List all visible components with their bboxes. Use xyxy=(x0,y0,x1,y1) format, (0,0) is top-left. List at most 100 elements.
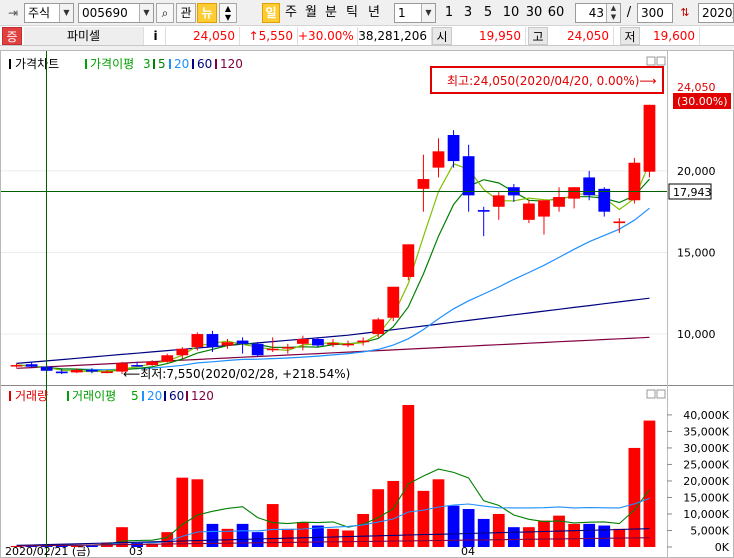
volume-ma5-legend[interactable]: 5 xyxy=(131,389,139,403)
x-axis-label-april: 04 xyxy=(461,545,475,557)
candle-body xyxy=(206,334,219,348)
date-input[interactable]: 2020/0 xyxy=(698,3,734,23)
link-arrow-icon[interactable]: ⇥ xyxy=(4,3,22,23)
price-change: ↑5,550 xyxy=(240,27,298,45)
volume-bar xyxy=(432,479,445,547)
price-ma-legend-title[interactable]: 가격이평 xyxy=(90,57,134,71)
candle-body xyxy=(598,188,611,212)
volume-bar xyxy=(598,525,611,547)
price-ma60-legend[interactable]: 60 xyxy=(197,57,212,71)
candle-body xyxy=(462,156,475,196)
candle-body xyxy=(296,338,309,344)
search-icon[interactable]: ⌕ xyxy=(156,3,174,23)
candle-body xyxy=(161,355,174,362)
chart-frame[interactable]: 가격차트 가격이평 3 5 20 60 120 최고:24,050(2020/0… xyxy=(0,50,734,558)
legend-marker-icon xyxy=(85,59,87,69)
candle-body xyxy=(417,179,430,189)
candle-body xyxy=(477,210,490,212)
candle-body xyxy=(613,221,626,224)
volume-y-label: 30,000K xyxy=(683,442,729,455)
watch-button[interactable]: 관 xyxy=(176,3,196,23)
stock-chart[interactable]: 가격차트 가격이평 3 5 20 60 120 최고:24,050(2020/0… xyxy=(1,51,733,558)
interval-1-button[interactable]: 1 xyxy=(442,3,456,23)
candle-body xyxy=(583,177,596,196)
price-panel[interactable] xyxy=(1,51,733,385)
open-price: 19,950 xyxy=(452,27,526,45)
candle-body xyxy=(327,343,339,345)
last-pct-tag: (30.00%) xyxy=(677,95,728,108)
period-tick-button[interactable]: 틱 xyxy=(343,3,361,23)
volume-ma-legend-title[interactable]: 거래이평 xyxy=(72,389,116,403)
quote-row: 증 파미셀 i 24,050 ↑5,550 +30.00% 38,281,206… xyxy=(0,26,734,46)
chevron-down-icon[interactable]: ▼ xyxy=(139,4,153,22)
period-day-button[interactable]: 일 xyxy=(262,3,280,23)
candle-body xyxy=(25,364,38,367)
volume-bar xyxy=(402,405,415,547)
price-legend-title[interactable]: 가격차트 xyxy=(15,57,59,71)
period-year-button[interactable]: 년 xyxy=(364,3,384,23)
low-label: 저 xyxy=(620,27,640,45)
interval-30-button[interactable]: 30 xyxy=(523,3,545,23)
candle-body xyxy=(357,340,370,343)
total-count-input[interactable]: 300 xyxy=(637,3,673,23)
x-axis-label-start: 2020/02/21 (금) xyxy=(5,545,91,557)
price-legend[interactable]: 가격차트 가격이평 3 5 20 60 120 xyxy=(9,57,243,71)
market-select[interactable]: 주식 ▼ xyxy=(24,3,74,23)
news-button[interactable]: 뉴 xyxy=(197,3,217,23)
candle-body xyxy=(432,151,445,168)
candle-body xyxy=(55,371,68,374)
high-price: 24,050 xyxy=(548,27,614,45)
candle-body xyxy=(342,343,354,346)
apply-count-icon[interactable]: ⇅ xyxy=(675,3,695,23)
volume-y-label: 35,000K xyxy=(683,425,729,438)
volume-bar xyxy=(538,520,550,547)
volume-legend-title[interactable]: 거래량 xyxy=(15,389,48,403)
price-ma5-legend[interactable]: 5 xyxy=(158,57,166,71)
volume-bar xyxy=(643,420,656,547)
candle-body xyxy=(10,365,23,367)
chevron-down-icon[interactable]: ▼ xyxy=(421,4,435,22)
order-stepper[interactable]: ▲ ▼ xyxy=(219,3,237,23)
info-icon[interactable]: i xyxy=(146,27,166,45)
volume-ma60-legend[interactable]: 60 xyxy=(169,389,184,403)
legend-marker-icon xyxy=(169,59,171,69)
view-count-stepper[interactable]: ▲ ▼ xyxy=(606,4,620,22)
price-ma3-legend[interactable]: 3 xyxy=(143,57,151,71)
chevron-down-icon[interactable]: ▼ xyxy=(59,4,73,22)
volume-bar xyxy=(296,522,309,547)
candle-body xyxy=(70,369,83,373)
volume-bar xyxy=(507,527,520,547)
legend-marker-icon xyxy=(142,391,144,401)
price-ma20-legend[interactable]: 20 xyxy=(174,57,189,71)
view-count-value: 43 xyxy=(588,6,604,20)
legend-marker-icon xyxy=(164,391,166,401)
candle-body xyxy=(643,104,656,172)
price-y-label: 20,000 xyxy=(677,165,716,178)
candle-body xyxy=(101,371,113,374)
period-month-button[interactable]: 월 xyxy=(302,3,320,23)
candle-body xyxy=(221,342,234,346)
stock-code-input[interactable]: 005690 ▼ xyxy=(78,3,154,23)
stock-name: 파미셀 xyxy=(24,27,144,45)
price-y-label: 15,000 xyxy=(677,246,716,259)
high-label: 고 xyxy=(528,27,548,45)
interval-select[interactable]: 1 ▼ xyxy=(394,3,436,23)
volume-ma20-legend[interactable]: 20 xyxy=(147,389,162,403)
view-count-input[interactable]: 43 ▲ ▼ xyxy=(575,3,621,23)
interval-select-value: 1 xyxy=(398,6,406,20)
interval-3-button[interactable]: 3 xyxy=(461,3,475,23)
period-minute-button[interactable]: 분 xyxy=(322,3,340,23)
interval-5-button[interactable]: 5 xyxy=(481,3,495,23)
open-label: 시 xyxy=(432,27,452,45)
interval-10-button[interactable]: 10 xyxy=(500,3,522,23)
volume-bar xyxy=(191,479,204,547)
volume-legend[interactable]: 거래량 거래이평 5 20 60 120 xyxy=(9,389,214,403)
interval-60-button[interactable]: 60 xyxy=(545,3,567,23)
legend-marker-icon xyxy=(9,59,11,69)
period-week-button[interactable]: 주 xyxy=(282,3,300,23)
date-value: 2020/0 xyxy=(702,6,733,20)
high-annotation-text: 최고:24,050(2020/04/20, 0.00%)⟶ xyxy=(447,74,657,88)
volume-ma120-legend[interactable]: 120 xyxy=(191,389,214,403)
volume-y-label: 5,000K xyxy=(690,524,729,537)
price-ma120-legend[interactable]: 120 xyxy=(220,57,243,71)
